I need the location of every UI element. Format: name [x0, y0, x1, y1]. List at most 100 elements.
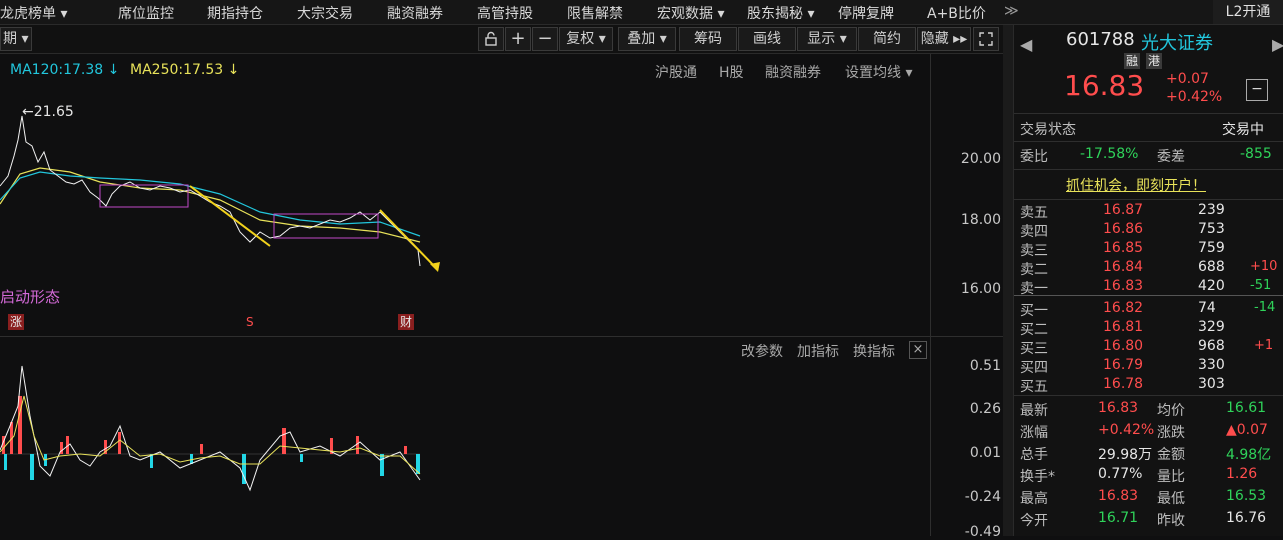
stat-label: 最低 [1157, 491, 1185, 507]
sell-level-label: 卖二 [1020, 262, 1048, 278]
stat-value: 16.83 [1098, 488, 1139, 504]
chart-toolbar: 期 ▾ + − 复权 ▾ 叠加 ▾ 筹码 画线 显示 ▾ 简约 隐藏 ▸▸ [0, 25, 1003, 54]
ind-y-tick-2: 0.26 [969, 401, 1001, 417]
kline-chart[interactable] [0, 82, 930, 336]
macd-bars-down [4, 454, 420, 484]
weicha-label: 委差 [1157, 149, 1185, 165]
nav-item-ab-compare[interactable]: A+B比价 [927, 3, 986, 23]
buy-level-label: 买一 [1020, 303, 1048, 319]
lock-icon[interactable] [478, 27, 504, 51]
tag-hk: 港 [1146, 53, 1163, 69]
open-account-promo[interactable]: 抓住机会，即刻开户！ [1066, 175, 1206, 195]
link-margin[interactable]: 融资融券 [765, 62, 821, 82]
trend-arrow-2 [379, 209, 439, 271]
nav-item-longhu[interactable]: 龙虎榜单 ▾ [0, 3, 67, 23]
stat-value: ▲0.07 [1226, 422, 1268, 438]
adjust-button[interactable]: 复权 ▾ [559, 27, 613, 51]
link-ma-settings[interactable]: 设置均线 ▾ [845, 62, 912, 82]
link-hk-connect[interactable]: 沪股通 [655, 62, 697, 82]
display-button[interactable]: 显示 ▾ [797, 27, 857, 51]
quote-panel: ◀ 601788 光大证券 ▶ 融 港 16.83 +0.07 +0.42% −… [1013, 25, 1283, 536]
ind-y-tick-4: -0.24 [964, 489, 1001, 505]
hide-button[interactable]: 隐藏 ▸▸ [917, 27, 971, 51]
sell-level-price: 16.86 [1103, 221, 1144, 237]
stat-value: 16.53 [1226, 488, 1267, 504]
marker-zhang[interactable]: 涨 [8, 314, 25, 330]
buy-level-price: 16.81 [1103, 319, 1144, 335]
draw-line-button[interactable]: 画线 [738, 27, 796, 51]
period-select[interactable]: 期 ▾ [0, 27, 32, 51]
stat-label: 昨收 [1157, 513, 1185, 529]
weibi-value: -17.58% [1080, 146, 1139, 162]
buy-level-volume: 303 [1198, 376, 1225, 392]
macd-dif-line [0, 365, 421, 492]
trend-arrow-1 [189, 185, 271, 247]
sell-level-price: 16.83 [1103, 278, 1144, 294]
nav-item-seat-monitor[interactable]: 席位监控 [118, 3, 174, 23]
zoom-in-button[interactable]: + [505, 27, 531, 51]
nav-item-lockup[interactable]: 限售解禁 [567, 3, 623, 23]
buy-level-volume: 329 [1198, 319, 1225, 335]
chips-button[interactable]: 筹码 [679, 27, 737, 51]
stat-value: 1.26 [1226, 466, 1258, 482]
macd-chart[interactable] [0, 356, 930, 536]
nav-item-exec-holdings[interactable]: 高管持股 [477, 3, 533, 23]
sell-level-price: 16.85 [1103, 240, 1144, 256]
buy-level-delta: +1 [1254, 338, 1274, 353]
sell-level-volume: 759 [1198, 240, 1225, 256]
price-change-pct: +0.42% [1166, 89, 1223, 105]
stat-value: 4.98亿 [1226, 447, 1272, 463]
ma250-label: MA250:17.53 ↓ [130, 62, 240, 78]
nav-item-shareholders[interactable]: 股东揭秘 ▾ [747, 3, 814, 23]
overlay-button[interactable]: 叠加 ▾ [618, 27, 676, 51]
sell-level-label: 卖四 [1020, 224, 1048, 240]
nav-item-margin[interactable]: 融资融券 [387, 3, 443, 23]
status-value: 交易中 [1222, 122, 1264, 138]
ma120-label: MA120:17.38 ↓ [10, 62, 120, 78]
sell-level-volume: 239 [1198, 202, 1225, 218]
buy-level-price: 16.79 [1103, 357, 1144, 373]
next-stock-icon[interactable]: ▶ [1272, 35, 1283, 54]
nav-item-macro[interactable]: 宏观数据 ▾ [657, 3, 724, 23]
y-tick-16: 16.00 [960, 281, 1001, 297]
marker-s[interactable]: S [244, 314, 256, 330]
buy-level-label: 买三 [1020, 341, 1048, 357]
prev-stock-icon[interactable]: ◀ [1020, 35, 1032, 54]
nav-item-block-trade[interactable]: 大宗交易 [297, 3, 353, 23]
buy-level-price: 16.82 [1103, 300, 1144, 316]
nav-item-futures[interactable]: 期指持仓 [207, 3, 263, 23]
collapse-icon[interactable]: − [1246, 79, 1268, 101]
sell-level-price: 16.84 [1103, 259, 1144, 275]
stat-label: 涨幅 [1020, 425, 1048, 441]
buy-level-label: 买四 [1020, 360, 1048, 376]
fullscreen-icon[interactable] [973, 27, 999, 51]
buy-level-label: 买二 [1020, 322, 1048, 338]
buy-level-volume: 968 [1198, 338, 1225, 354]
ma250-line [0, 167, 421, 243]
ind-y-tick-1: 0.51 [969, 358, 1001, 374]
stat-value: 16.83 [1098, 400, 1139, 416]
marker-cai[interactable]: 财 [398, 314, 415, 330]
l2-open-button[interactable]: L2开通 [1213, 0, 1283, 24]
simple-button[interactable]: 简约 [858, 27, 916, 51]
zoom-out-button[interactable]: − [532, 27, 558, 51]
splitter[interactable] [1003, 25, 1013, 536]
macd-bars-up [2, 396, 407, 454]
nav-item-suspension[interactable]: 停牌复牌 [838, 3, 894, 23]
stat-label: 最新 [1020, 403, 1048, 419]
ma-legend-row: MA120:17.38 ↓ MA250:17.53 ↓ 沪股通 H股 融资融券 … [0, 58, 930, 82]
sell-level-volume: 753 [1198, 221, 1225, 237]
tag-margin: 融 [1124, 53, 1141, 69]
buy-level-price: 16.80 [1103, 338, 1144, 354]
stat-value: 29.98万 [1098, 447, 1153, 463]
sell-level-label: 卖一 [1020, 281, 1048, 297]
peak-label: ←21.65 [22, 104, 74, 120]
price-change: +0.07 [1166, 71, 1209, 87]
more-icon[interactable]: ≫ [1004, 3, 1019, 19]
macd-dea-line [0, 395, 421, 475]
stat-label: 换手* [1020, 469, 1055, 485]
stat-label: 量比 [1157, 469, 1185, 485]
stock-name: 光大证券 [1141, 33, 1213, 54]
link-h-share[interactable]: H股 [719, 62, 744, 82]
stat-label: 均价 [1157, 403, 1185, 419]
